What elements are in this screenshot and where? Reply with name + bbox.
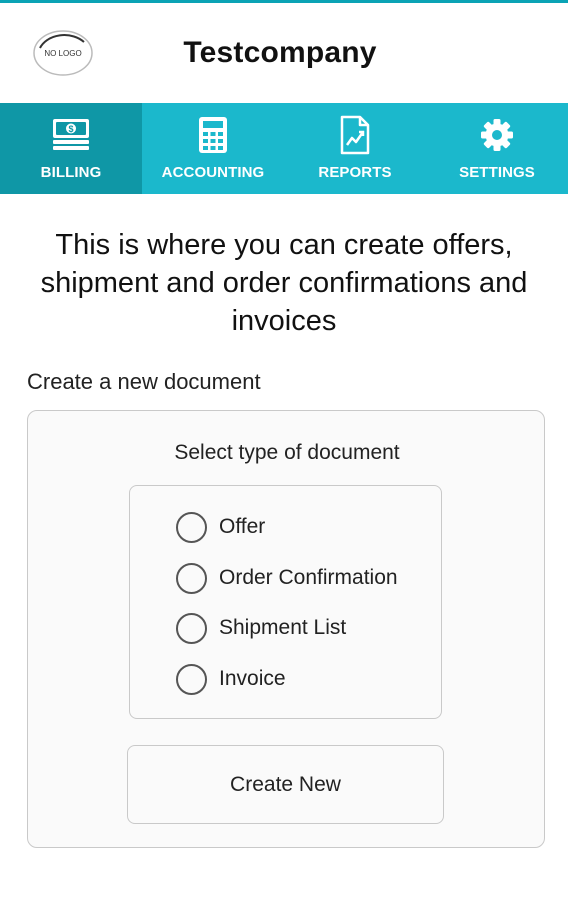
radio-circle[interactable] <box>176 612 207 644</box>
app-header: NO LOGO Testcompany <box>0 3 568 103</box>
radio-option-order-confirmation[interactable]: Order Confirmation <box>176 561 398 595</box>
tab-reports-label: REPORTS <box>318 164 392 181</box>
radio-label: Order Confirmation <box>219 566 398 589</box>
radio-circle[interactable] <box>176 562 207 594</box>
section-label: Create a new document <box>27 369 261 394</box>
company-logo: NO LOGO <box>30 28 96 80</box>
radio-circle[interactable] <box>176 663 207 695</box>
document-card: Select type of document Offer Order Conf… <box>27 410 545 848</box>
radio-option-invoice[interactable]: Invoice <box>176 662 286 696</box>
tab-reports[interactable]: REPORTS <box>284 103 426 194</box>
app-title: Testcompany <box>183 36 377 69</box>
document-type-radio-group: Offer Order Confirmation Shipment List I… <box>129 485 442 719</box>
tab-accounting[interactable]: ACCOUNTING <box>142 103 284 194</box>
intro-text: This is where you can create offers, shi… <box>40 229 528 337</box>
radio-label: Shipment List <box>219 616 347 639</box>
tab-settings[interactable]: SETTINGS <box>426 103 568 194</box>
card-title: Select type of document <box>174 441 400 464</box>
money-icon: $ <box>53 119 89 150</box>
radio-option-shipment-list[interactable]: Shipment List <box>176 611 346 645</box>
tab-settings-label: SETTINGS <box>459 164 535 181</box>
svg-text:NO LOGO: NO LOGO <box>44 49 81 58</box>
gear-icon <box>481 119 513 151</box>
report-chart-icon <box>340 115 370 155</box>
radio-option-offer[interactable]: Offer <box>176 510 265 544</box>
calculator-icon <box>199 117 227 153</box>
create-new-button[interactable]: Create New <box>127 745 444 824</box>
radio-label: Invoice <box>219 667 286 690</box>
tab-billing-label: BILLING <box>40 164 102 181</box>
radio-label: Offer <box>219 515 266 538</box>
tab-billing[interactable]: $ BILLING <box>0 103 142 194</box>
svg-text:$: $ <box>68 124 73 134</box>
main-nav: $ BILLING ACCOUNTING REPORTS SETTINGS <box>0 103 568 194</box>
radio-circle[interactable] <box>176 511 207 543</box>
tab-accounting-label: ACCOUNTING <box>161 164 265 181</box>
